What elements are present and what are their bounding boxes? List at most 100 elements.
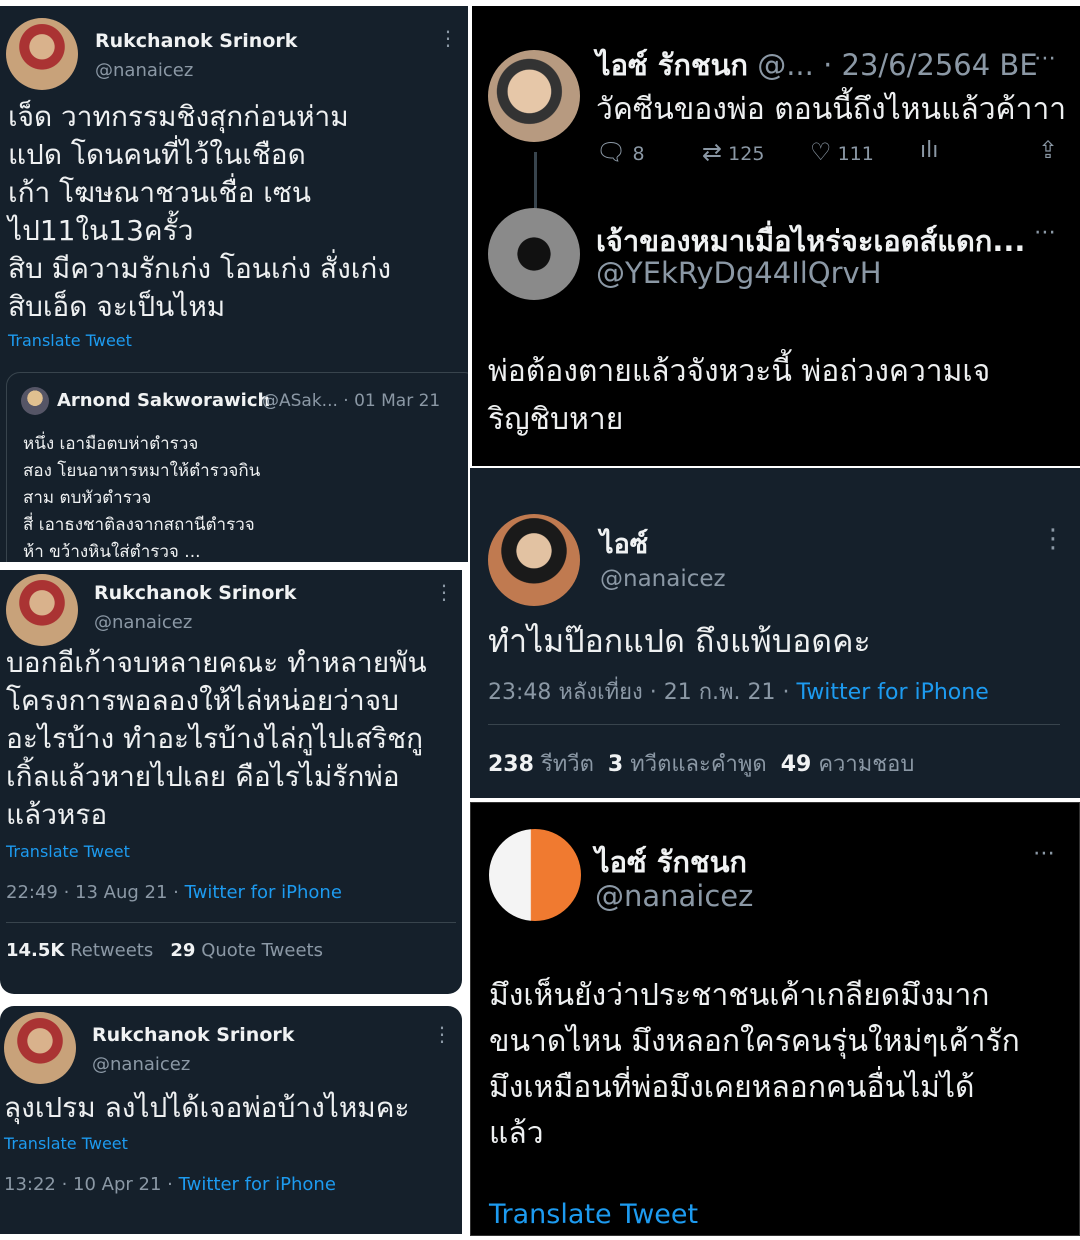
text-line: ห้า ขว้างหินใส่ตำรวจ ... xyxy=(23,542,201,562)
text-line: มึงเห็นยังว่าประชาชนเค้าเกลียดมึงมาก xyxy=(489,978,990,1013)
analytics-icon[interactable]: ılı xyxy=(920,138,938,163)
retweets-count[interactable]: 14.5K xyxy=(6,940,64,961)
more-options-icon[interactable]: ⋯ xyxy=(1034,46,1056,71)
tweet-timestamp: 22:49 · 13 Aug 21 · Twitter for iPhone xyxy=(6,882,342,903)
tweet-text: มึงเห็นยังว่าประชาชนเค้าเกลียดมึงมาก ขนา… xyxy=(489,973,1020,1157)
more-options-icon[interactable]: ⋮ xyxy=(434,580,454,604)
divider xyxy=(6,922,456,923)
quotes-count[interactable]: 29 xyxy=(170,940,195,961)
author-name[interactable]: Rukchanok Srinork xyxy=(95,30,297,52)
reply-handle[interactable]: @YEkRyDg44IlQrvH xyxy=(596,256,882,290)
more-options-icon[interactable]: ⋮ xyxy=(1040,524,1066,554)
reply-icon[interactable]: 🗨 xyxy=(596,138,626,166)
translate-tweet-link[interactable]: Translate Tweet xyxy=(489,1199,698,1230)
reply-more-options-icon[interactable]: ⋯ xyxy=(1034,220,1056,245)
left-tweet-2: Rukchanok Srinork @nanaicez ⋮ บอกอีเก้าจ… xyxy=(0,570,462,994)
retweets-label[interactable]: รีทวีต xyxy=(541,752,594,777)
text-line: เจ็ด วาทกรรมชิงสุกก่อนห่าม xyxy=(8,100,349,133)
author-handle[interactable]: @nanaicez xyxy=(94,612,192,633)
like-action[interactable]: ♡ 111 xyxy=(810,138,874,166)
text-line: อะไรบ้าง ทำอะไรบ้างไล่กูไปเสริชกู xyxy=(6,722,424,755)
author-name[interactable]: ไอซ์ รักชนก xyxy=(596,48,748,82)
tweet-text: ลุงเปรม ลงไปได้เจอพ่อบ้างไหมคะ xyxy=(4,1091,410,1124)
time-date[interactable]: 13:22 · 10 Apr 21 · xyxy=(4,1174,179,1195)
quotes-label[interactable]: Quote Tweets xyxy=(201,940,323,961)
likes-label[interactable]: ความชอบ xyxy=(818,752,914,777)
time-date[interactable]: 23:48 หลังเที่ยง · 21 ก.พ. 21 · xyxy=(488,680,797,705)
quotes-count[interactable]: 3 xyxy=(608,752,623,777)
translate-tweet-link[interactable]: Translate Tweet xyxy=(6,842,130,861)
text-line: บอกอีเก้าจบหลายคณะ ทำหลายพัน xyxy=(6,646,427,679)
likes-count[interactable]: 49 xyxy=(781,752,812,777)
retweet-action[interactable]: ⇄ 125 xyxy=(702,138,764,166)
text-line: พ่อต้องตายแล้วจังหวะนี้ พ่อถ่วงความเจ xyxy=(488,354,991,389)
translate-tweet-link[interactable]: Translate Tweet xyxy=(4,1134,128,1153)
text-line: หนึ่ง เอามือตบห่าตำรวจ xyxy=(23,434,199,454)
author-handle[interactable]: @nanaicez xyxy=(92,1054,190,1075)
tweet-text: บอกอีเก้าจบหลายคณะ ทำหลายพัน โครงการพอลอ… xyxy=(6,644,427,834)
tweet-stats: 238 รีทวีต 3 ทวีตและคำพูด 49 ความชอบ xyxy=(488,746,914,781)
tweet-source[interactable]: Twitter for iPhone xyxy=(185,882,342,903)
like-count: 111 xyxy=(837,143,874,165)
author-handle[interactable]: @nanaicez xyxy=(595,879,753,913)
text-line: มึงเหมือนที่พ่อมึงเคยหลอกคนอื่นไม่ได้ xyxy=(489,1070,975,1105)
retweet-count: 125 xyxy=(728,143,765,165)
right-tweet-3: ไอซ์ @nanaicez ⋮ ทำไมป๊อกแปด ถึงแพ้บอดคะ… xyxy=(470,468,1080,798)
author-handle[interactable]: @nanaicez xyxy=(95,60,193,81)
left-tweet-3: Rukchanok Srinork @nanaicez ⋮ ลุงเปรม ลง… xyxy=(0,1006,462,1234)
avatar[interactable] xyxy=(489,829,581,921)
thread-connector xyxy=(534,152,537,210)
text-line: เกิ้ลแล้วหายไปเลย คือไรไม่รักพ่อ xyxy=(6,760,400,793)
right-tweet-4: ไอซ์ รักชนก ⋯ @nanaicez มึงเห็นยังว่าประ… xyxy=(470,802,1080,1236)
more-options-icon[interactable]: ⋮ xyxy=(432,1022,452,1046)
retweets-label[interactable]: Retweets xyxy=(70,940,153,961)
tweet-stats: 14.5K Retweets 29 Quote Tweets xyxy=(6,940,323,961)
text-line: เก้า โฆษณาชวนเชื่อ เซน xyxy=(8,176,311,209)
tweet-source[interactable]: Twitter for iPhone xyxy=(797,680,989,705)
quoted-author-name: Arnond Sakworawich xyxy=(57,390,271,411)
text-line: ขนาดไหน มึงหลอกใครคนรุ่นใหม่ๆเค้ารัก xyxy=(489,1024,1020,1059)
avatar[interactable] xyxy=(488,50,580,142)
reply-count: 8 xyxy=(632,143,645,165)
divider xyxy=(488,724,1060,725)
more-options-icon[interactable]: ⋮ xyxy=(438,26,458,50)
text-line: ไป11ใน13ครั้ว xyxy=(8,214,194,247)
tweet-timestamp: 13:22 · 10 Apr 21 · Twitter for iPhone xyxy=(4,1174,336,1195)
retweet-icon[interactable]: ⇄ xyxy=(702,138,722,166)
thread-header: ไอซ์ รักชนก @... · 23/6/2564 BE xyxy=(596,42,1038,88)
avatar[interactable] xyxy=(488,514,580,606)
text-line: สอง โยนอาหารหมาให้ตำรวจกิน xyxy=(23,461,261,481)
right-tweet-thread: ไอซ์ รักชนก @... · 23/6/2564 BE ⋯ วัคซีน… xyxy=(472,6,1080,466)
text-line: สิบเอ็ด จะเป็นไหม xyxy=(8,290,226,323)
quotes-label[interactable]: ทวีตและคำพูด xyxy=(630,752,766,777)
reply-avatar[interactable] xyxy=(488,208,580,300)
tweet-text: วัคซีนของพ่อ ตอนนี้ถึงไหนแล้วค้าาา xyxy=(596,92,1067,127)
heart-icon[interactable]: ♡ xyxy=(810,138,832,166)
text-line: แล้วหรอ xyxy=(6,798,108,831)
more-options-icon[interactable]: ⋯ xyxy=(1033,841,1055,866)
reply-action[interactable]: 🗨 8 xyxy=(596,138,645,166)
translate-tweet-link[interactable]: Translate Tweet xyxy=(8,331,132,350)
quoted-text: หนึ่ง เอามือตบห่าตำรวจ สอง โยนอาหารหมาให… xyxy=(23,431,260,562)
tweet-source[interactable]: Twitter for iPhone xyxy=(179,1174,336,1195)
text-line: ริญชิบหาย xyxy=(488,402,624,437)
author-name[interactable]: ไอซ์ xyxy=(600,522,648,565)
text-line: สี่ เอาธงชาติลงจากสถานีตำรวจ xyxy=(23,515,255,535)
author-name[interactable]: Rukchanok Srinork xyxy=(94,582,296,604)
reply-text: พ่อต้องตายแล้วจังหวะนี้ พ่อถ่วงความเจ ริ… xyxy=(488,348,990,444)
avatar[interactable] xyxy=(4,1012,76,1084)
text-line: โครงการพอลองให้ไล่หน่อยว่าจบ xyxy=(6,684,399,717)
quoted-avatar xyxy=(21,387,49,415)
text-line: สิบ มีความรักเก่ง โอนเก่ง สั่งเก่ง xyxy=(8,252,391,285)
share-icon[interactable]: ⇪ xyxy=(1038,136,1058,164)
retweets-count[interactable]: 238 xyxy=(488,752,534,777)
handle-date[interactable]: @... · 23/6/2564 BE xyxy=(757,48,1037,82)
quoted-tweet[interactable]: Arnond Sakworawich @ASak... · 01 Mar 21 … xyxy=(6,372,468,562)
time-date[interactable]: 22:49 · 13 Aug 21 · xyxy=(6,882,185,903)
left-tweet-1: Rukchanok Srinork @nanaicez ⋮ เจ็ด วาทกร… xyxy=(0,6,468,562)
author-name[interactable]: Rukchanok Srinork xyxy=(92,1024,294,1046)
avatar[interactable] xyxy=(6,18,78,90)
avatar[interactable] xyxy=(6,574,78,646)
text-line: แปด โดนคนที่ไว้ในเชือด xyxy=(8,138,306,171)
author-handle[interactable]: @nanaicez xyxy=(600,566,726,592)
